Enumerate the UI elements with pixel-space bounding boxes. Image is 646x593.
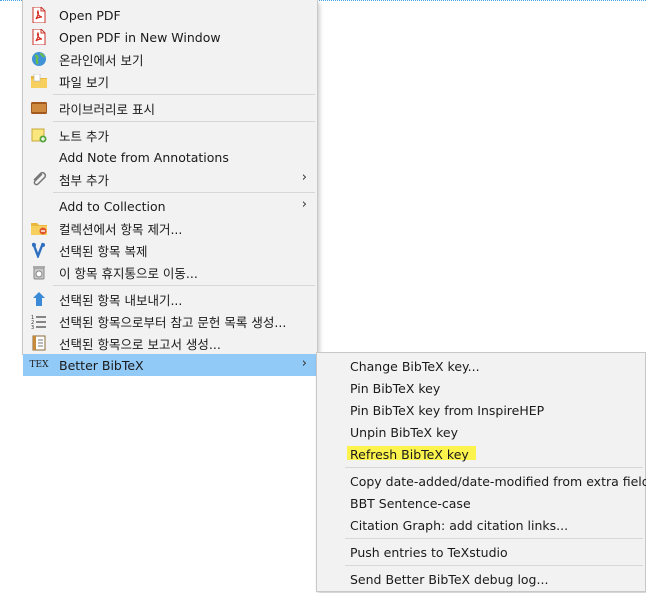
folder-remove-icon: [31, 220, 47, 236]
menu-item-label: Better BibTeX: [59, 357, 144, 373]
menu-item-view-online[interactable]: 온라인에서 보기: [23, 48, 317, 70]
menu-item-better-bibtex[interactable]: TEX Better BibTeX ›: [23, 354, 317, 376]
menu-item-open-pdf-new-window[interactable]: Open PDF in New Window: [23, 26, 317, 48]
menu-separator: [53, 192, 315, 193]
menu-separator: [345, 538, 643, 539]
menu-item-label: 이 항목 휴지통으로 이동...: [59, 265, 198, 281]
menu-item-open-pdf[interactable]: Open PDF: [23, 4, 317, 26]
menu-item-label: 라이브러리로 표시: [59, 101, 155, 117]
menu-item-label: Refresh BibTeX key: [350, 446, 469, 462]
menu-item-label: Open PDF: [59, 7, 121, 23]
menu-item-show-in-library[interactable]: 라이브러리로 표시: [23, 97, 317, 119]
menu-separator: [345, 467, 643, 468]
menu-item-label: Pin BibTeX key: [350, 380, 441, 396]
menu-item-label: 선택된 항목으로부터 참고 문헌 목록 생성...: [59, 314, 287, 330]
menu-item-label: Pin BibTeX key from InspireHEP: [350, 402, 545, 418]
menu-item-label: Add to Collection: [59, 198, 166, 214]
menu-item-label: Send Better BibTeX debug log...: [350, 571, 549, 587]
menu-item-label: 선택된 항목 복제: [59, 243, 148, 259]
menu-separator: [53, 94, 315, 95]
note-add-icon: [31, 127, 47, 143]
menu-item-remove-from-collection[interactable]: 컬렉션에서 항목 제거...: [23, 217, 317, 239]
tex-icon: TEX: [29, 360, 49, 370]
menu-item-label: BBT Sentence-case: [350, 495, 471, 511]
menu-item-show-file[interactable]: 파일 보기: [23, 70, 317, 92]
menu-item-label: 선택된 항목 내보내기...: [59, 292, 183, 308]
submenu-item-push-to-texstudio[interactable]: Push entries to TeXstudio: [317, 541, 645, 563]
menu-item-export[interactable]: 선택된 항목 내보내기...: [23, 288, 317, 310]
chevron-right-icon: ›: [301, 356, 307, 371]
menu-item-add-note-from-annotations[interactable]: Add Note from Annotations: [23, 146, 317, 168]
better-bibtex-submenu: Change BibTeX key... Pin BibTeX key Pin …: [316, 352, 646, 592]
chevron-right-icon: ›: [301, 170, 307, 185]
duplicate-icon: [31, 242, 47, 258]
paperclip-icon: [31, 171, 47, 187]
pdf-icon: [31, 29, 47, 45]
menu-item-add-to-collection[interactable]: Add to Collection ›: [23, 195, 317, 217]
pdf-icon: [31, 7, 47, 23]
submenu-item-change-bibtex-key[interactable]: Change BibTeX key...: [317, 355, 645, 377]
menu-item-create-bibliography[interactable]: 123 선택된 항목으로부터 참고 문헌 목록 생성...: [23, 310, 317, 332]
menu-item-label: Change BibTeX key...: [350, 358, 480, 374]
menu-item-label: 선택된 항목으로 보고서 생성...: [59, 336, 221, 352]
menu-item-label: Open PDF in New Window: [59, 29, 221, 45]
menu-item-label: 노트 추가: [59, 128, 109, 144]
submenu-item-refresh-bibtex-key[interactable]: Refresh BibTeX key: [317, 443, 645, 465]
menu-item-add-note[interactable]: 노트 추가: [23, 124, 317, 146]
menu-item-label: Add Note from Annotations: [59, 149, 229, 165]
menu-item-move-to-trash[interactable]: 이 항목 휴지통으로 이동...: [23, 261, 317, 283]
menu-item-duplicate[interactable]: 선택된 항목 복제: [23, 239, 317, 261]
submenu-item-sentence-case[interactable]: BBT Sentence-case: [317, 492, 645, 514]
report-icon: [31, 335, 47, 351]
export-icon: [31, 291, 47, 307]
context-menu: Open PDF Open PDF in New Window 온라인에서 보기…: [22, 0, 318, 376]
menu-item-label: 온라인에서 보기: [59, 52, 144, 68]
menu-item-label: Copy date-added/date-modified from extra…: [350, 473, 646, 489]
menu-item-label: Push entries to TeXstudio: [350, 544, 508, 560]
submenu-item-pin-bibtex-key[interactable]: Pin BibTeX key: [317, 377, 645, 399]
submenu-item-copy-dates[interactable]: Copy date-added/date-modified from extra…: [317, 470, 646, 492]
menu-item-generate-report[interactable]: 선택된 항목으로 보고서 생성...: [23, 332, 317, 354]
menu-item-label: 파일 보기: [59, 74, 109, 90]
submenu-item-unpin-bibtex-key[interactable]: Unpin BibTeX key: [317, 421, 645, 443]
bibliography-icon: 123: [31, 313, 47, 329]
submenu-item-citation-graph[interactable]: Citation Graph: add citation links...: [317, 514, 645, 536]
menu-separator: [53, 121, 315, 122]
globe-icon: [31, 51, 47, 67]
menu-item-label: 첨부 추가: [59, 172, 109, 188]
submenu-item-pin-from-inspirehep[interactable]: Pin BibTeX key from InspireHEP: [317, 399, 645, 421]
submenu-item-send-debug-log[interactable]: Send Better BibTeX debug log...: [317, 568, 645, 590]
library-icon: [31, 100, 47, 116]
svg-text:3: 3: [31, 325, 34, 329]
menu-item-label: 컬렉션에서 항목 제거...: [59, 221, 183, 237]
chevron-right-icon: ›: [301, 197, 307, 212]
folder-icon: [31, 73, 47, 89]
menu-item-add-attachment[interactable]: 첨부 추가 ›: [23, 168, 317, 190]
menu-item-label: Citation Graph: add citation links...: [350, 517, 569, 533]
menu-item-label: Unpin BibTeX key: [350, 424, 458, 440]
menu-separator: [345, 565, 643, 566]
menu-separator: [53, 285, 315, 286]
trash-icon: [31, 264, 47, 280]
